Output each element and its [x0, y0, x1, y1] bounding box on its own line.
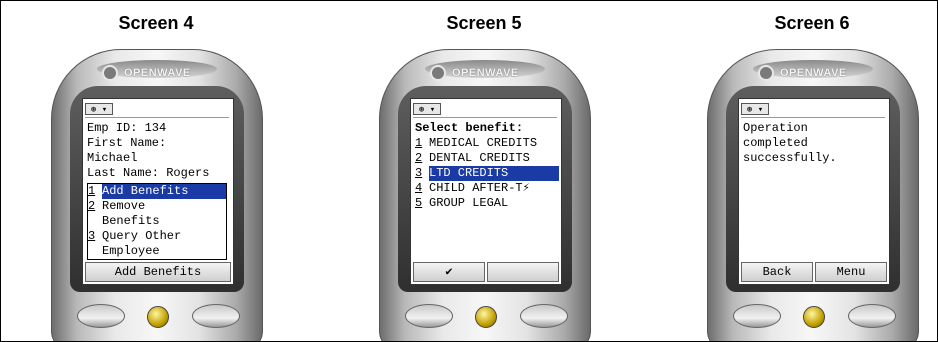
- menu-item-label: DENTAL CREDITS: [429, 151, 530, 165]
- brand-name: OPENWAVE: [124, 67, 191, 79]
- left-softkey-button[interactable]: [405, 304, 453, 328]
- benefit-item-dental-credits[interactable]: 2 DENTAL CREDITS: [415, 151, 559, 166]
- menu-item-add-benefits[interactable]: 1 Add Benefits: [88, 184, 226, 199]
- display-content: Operation completed successfully.: [743, 121, 887, 166]
- right-softkey-button[interactable]: [520, 304, 568, 328]
- menu-item-number: 1: [415, 136, 423, 150]
- display-content: Emp ID: 134 First Name: Michael Last Nam…: [87, 121, 231, 260]
- brand-name: OPENWAVE: [780, 67, 847, 79]
- benefit-item-group-legal[interactable]: 5 GROUP LEGAL: [415, 196, 559, 211]
- brand-logo: OPENWAVE: [430, 64, 560, 82]
- add-benefits-softkey[interactable]: Add Benefits: [85, 262, 231, 282]
- softkey-bar: Back Menu: [741, 262, 887, 282]
- text-line: Emp ID: 134: [87, 121, 167, 135]
- text-line: Michael: [87, 151, 138, 165]
- menu-item-label: Remove: [102, 199, 146, 213]
- softkey-bar: ✔: [413, 262, 559, 282]
- menu-item-label: Employee: [102, 244, 160, 258]
- left-softkey-button[interactable]: [77, 304, 125, 328]
- screen-title: Screen 6: [774, 13, 850, 33]
- phone-display: ⊛ ▾ Select benefit: 1 MEDICAL CREDITS 2 …: [410, 98, 562, 285]
- message-line: completed: [743, 136, 808, 150]
- menu-item-query-other-employee-cont[interactable]: Employee: [88, 244, 226, 259]
- ok-check-softkey[interactable]: ✔: [413, 262, 485, 282]
- benefit-item-ltd-credits[interactable]: 3 LTD CREDITS: [415, 166, 559, 181]
- openwave-logo-icon: [758, 65, 774, 81]
- menu-softkey[interactable]: Menu: [815, 262, 887, 282]
- message-line: Operation: [743, 121, 808, 135]
- menu-item-number: 5: [415, 196, 423, 210]
- menu-item-label: Benefits: [102, 214, 160, 228]
- benefit-item-medical-credits[interactable]: 1 MEDICAL CREDITS: [415, 136, 559, 151]
- menu-item-number: 2: [88, 199, 96, 213]
- text-line: First Name:: [87, 136, 167, 150]
- figure-frame: Screen 4 OPENWAVE ⊛ ▾ Emp ID: 134 First …: [0, 0, 938, 342]
- openwave-logo-icon: [102, 65, 118, 81]
- menu-item-number: 3: [415, 166, 423, 180]
- right-softkey-button[interactable]: [848, 304, 896, 328]
- select-button[interactable]: [803, 306, 825, 328]
- left-softkey-button[interactable]: [733, 304, 781, 328]
- phone-body: OPENWAVE ⊛ ▾ Operation completed success…: [707, 49, 919, 341]
- menu-item-number: 3: [88, 229, 96, 243]
- message-line: successfully.: [743, 151, 837, 165]
- menu-item-number: 4: [415, 181, 423, 195]
- brand-logo: OPENWAVE: [758, 64, 888, 82]
- menu-item-remove-benefits[interactable]: 2 Remove: [88, 199, 226, 214]
- benefit-item-child-after[interactable]: 4 CHILD AFTER-T⚡: [415, 181, 559, 196]
- screen-4-panel: Screen 4 OPENWAVE ⊛ ▾ Emp ID: 134 First …: [36, 1, 276, 341]
- screen-title: Screen 5: [446, 13, 522, 33]
- status-bar: ⊛ ▾: [85, 101, 229, 118]
- options-menu-button[interactable]: ⊛ ▾: [85, 103, 113, 115]
- back-softkey[interactable]: Back: [741, 262, 813, 282]
- menu-item-label: CHILD AFTER-T⚡: [429, 181, 530, 195]
- menu-item-number: 2: [415, 151, 423, 165]
- action-menu: 1 Add Benefits 2 Remove Benefits 3 Query…: [87, 183, 227, 260]
- options-menu-button[interactable]: ⊛ ▾: [413, 103, 441, 115]
- select-button[interactable]: [147, 306, 169, 328]
- menu-item-label: Add Benefits: [102, 184, 226, 199]
- menu-item-label: Query Other: [102, 229, 182, 243]
- openwave-logo-icon: [430, 65, 446, 81]
- brand-logo: OPENWAVE: [102, 64, 232, 82]
- status-bar: ⊛ ▾: [741, 101, 885, 118]
- list-heading: Select benefit:: [415, 121, 524, 135]
- screen-5-panel: Screen 5 OPENWAVE ⊛ ▾ Select benefit: 1 …: [364, 1, 604, 341]
- text-line: Last Name: Rogers: [87, 166, 210, 180]
- brand-name: OPENWAVE: [452, 67, 519, 79]
- softkey-bar: Add Benefits: [85, 262, 231, 282]
- status-bar: ⊛ ▾: [413, 101, 557, 118]
- phone-body: OPENWAVE ⊛ ▾ Emp ID: 134 First Name: Mic…: [51, 49, 263, 341]
- options-menu-button[interactable]: ⊛ ▾: [741, 103, 769, 115]
- menu-item-label: MEDICAL CREDITS: [429, 136, 538, 150]
- phone-display: ⊛ ▾ Emp ID: 134 First Name: Michael Last…: [82, 98, 234, 285]
- phone-display: ⊛ ▾ Operation completed successfully. Ba…: [738, 98, 890, 285]
- display-content: Select benefit: 1 MEDICAL CREDITS 2 DENT…: [415, 121, 559, 211]
- screen-title: Screen 4: [118, 13, 194, 33]
- select-button[interactable]: [475, 306, 497, 328]
- menu-item-remove-benefits-cont[interactable]: Benefits: [88, 214, 226, 229]
- empty-softkey[interactable]: [487, 262, 559, 282]
- screen-6-panel: Screen 6 OPENWAVE ⊛ ▾ Operation complete…: [692, 1, 932, 341]
- menu-item-label: GROUP LEGAL: [429, 196, 509, 210]
- menu-item-query-other-employee[interactable]: 3 Query Other: [88, 229, 226, 244]
- phone-body: OPENWAVE ⊛ ▾ Select benefit: 1 MEDICAL C…: [379, 49, 591, 341]
- menu-item-number: 1: [88, 184, 96, 198]
- menu-item-label: LTD CREDITS: [429, 166, 559, 181]
- right-softkey-button[interactable]: [192, 304, 240, 328]
